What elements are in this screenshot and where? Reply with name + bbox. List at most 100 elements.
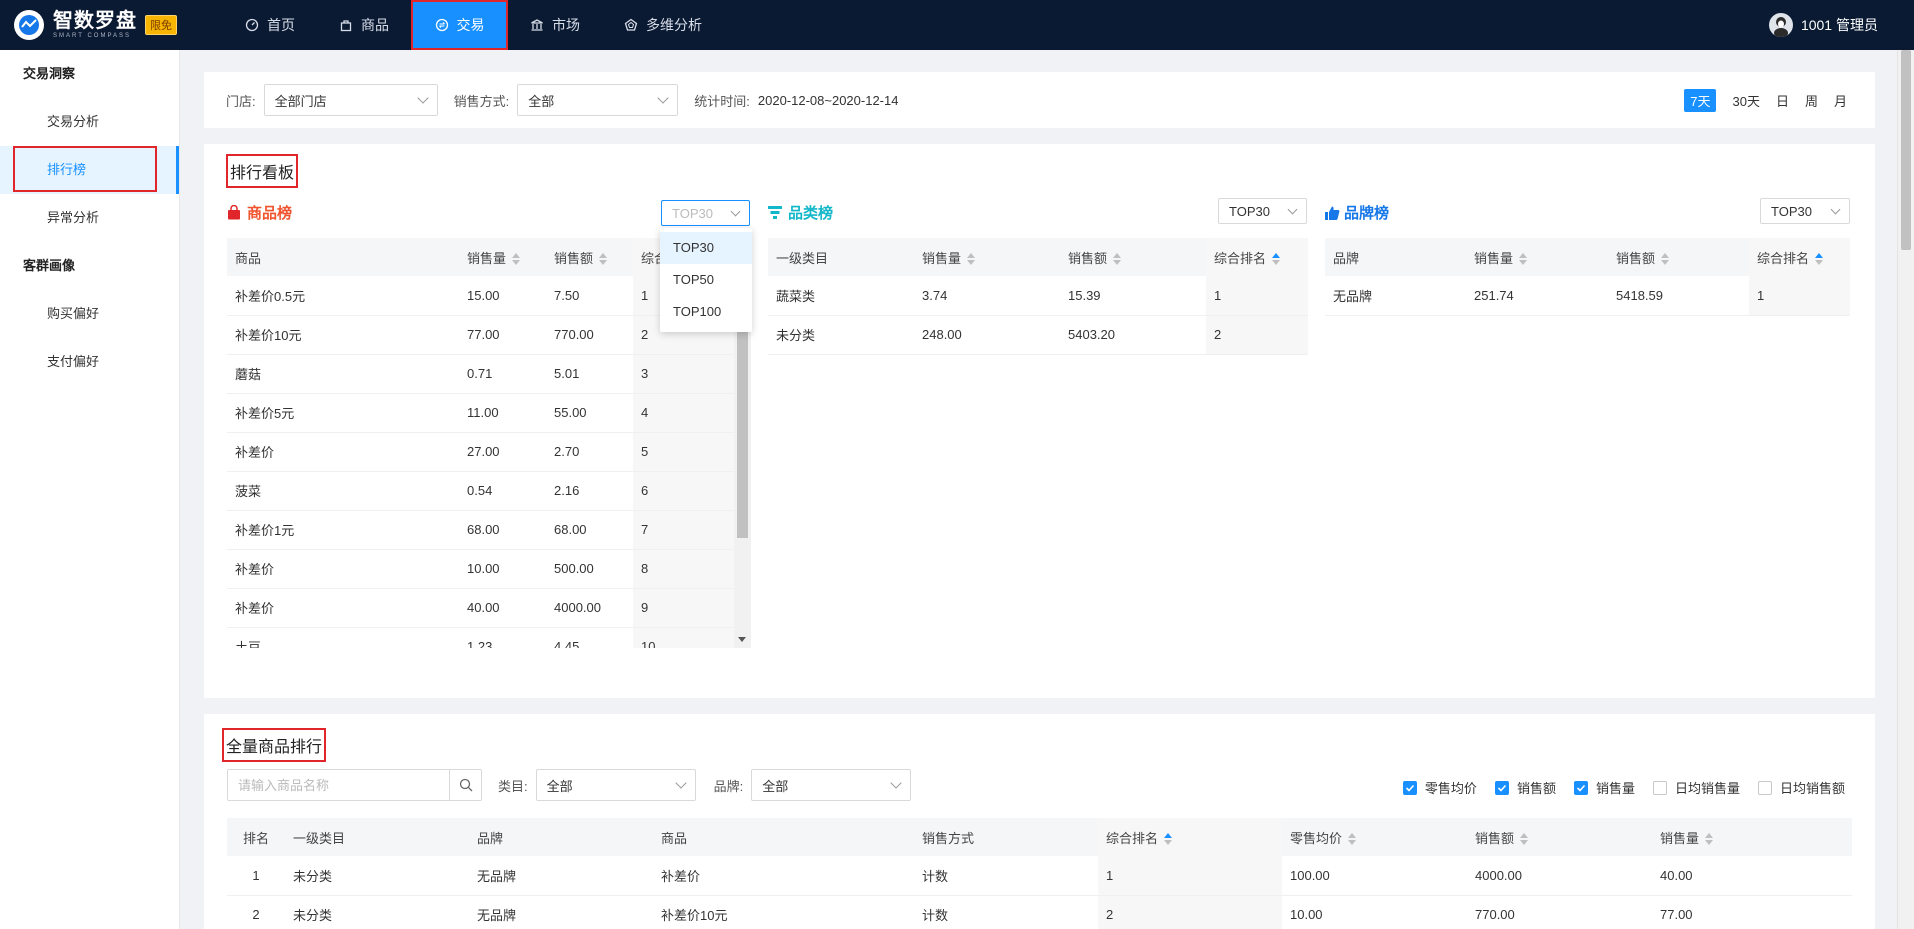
ranking-board: 排行看板 商品榜 TOP30 商品 销售量 销售额 综合 补差价0.5元 15.0… [204, 144, 1875, 698]
table-row[interactable]: 补差价 10.00 500.00 8 [227, 549, 743, 589]
col-overall-rank[interactable]: 综合排名 [1749, 238, 1850, 276]
period-switch: 7天 30天 日 周 月 [1684, 89, 1847, 112]
table-row[interactable]: 补差价 27.00 2.70 5 [227, 432, 743, 472]
brand-name: 智数罗盘 [53, 10, 137, 32]
col-category: 一级类目 [285, 818, 469, 856]
table-cell: 补差价10元 [653, 895, 914, 929]
product-top-select[interactable]: TOP30 [661, 200, 750, 226]
toggle-sales-qty[interactable]: 销售量 [1573, 778, 1635, 797]
table-row[interactable]: 未分类 248.00 5403.20 2 [768, 315, 1308, 355]
sort-icon [1113, 253, 1122, 266]
table-cell: 计数 [914, 895, 1098, 929]
table-row[interactable]: 蘑菇 0.71 5.01 3 [227, 354, 743, 394]
toggle-daily-qty[interactable]: 日均销售量 [1652, 778, 1740, 797]
product-search-input[interactable] [228, 770, 449, 800]
nav-home[interactable]: 首页 [223, 0, 317, 50]
sidebar-item-trade-analysis[interactable]: 交易分析 [0, 98, 179, 146]
table-row[interactable]: 1 未分类 无品牌 补差价 计数 1 100.00 4000.00 40.00 [227, 856, 1852, 896]
search-icon [459, 778, 472, 792]
period-week[interactable]: 周 [1805, 91, 1818, 110]
user-menu[interactable]: 1001 管理员 [1768, 0, 1878, 50]
period-7d[interactable]: 7天 [1684, 89, 1717, 112]
table-row[interactable]: 补差价 40.00 4000.00 9 [227, 588, 743, 628]
sidebar-item-payment-pref[interactable]: 支付偏好 [0, 338, 179, 386]
stat-time-value: 2020-12-08~2020-12-14 [757, 92, 899, 108]
col-sales-amount[interactable]: 销售额 [1467, 818, 1652, 856]
top-n-dropdown: TOP30 TOP50 TOP100 [660, 228, 752, 332]
table-cell: 蘑菇 [227, 354, 459, 394]
col-sales-qty[interactable]: 销售量 [914, 238, 1060, 276]
table-row[interactable]: 土豆 1.23 4.45 10 [227, 627, 743, 648]
sidebar-group-trade-insight: 交易洞察 [23, 66, 76, 81]
col-label: 综合排名 [1106, 830, 1159, 846]
brand-label: 品牌: [713, 778, 744, 794]
toggle-label: 销售量 [1595, 781, 1635, 796]
col-sales-qty[interactable]: 销售量 [1652, 818, 1852, 856]
table-cell: 7 [633, 510, 743, 550]
sidebar-item-label: 交易分析 [47, 114, 100, 129]
category-rank-table-wrap: 一级类目 销售量 销售额 综合排名 蔬菜类 3.74 15.39 1 未分类 248.00… [768, 238, 1308, 355]
table-row[interactable]: 菠菜 0.54 2.16 6 [227, 471, 743, 511]
table-row[interactable]: 补差价1元 68.00 68.00 7 [227, 510, 743, 550]
store-select[interactable]: 全部门店 [263, 84, 438, 116]
col-brand: 品牌 [469, 818, 653, 856]
bank-icon [531, 19, 543, 31]
col-overall-rank[interactable]: 综合排名 [1098, 818, 1282, 856]
scroll-down-arrow-icon[interactable] [738, 637, 746, 642]
brand-top-select[interactable]: TOP30 [1760, 198, 1850, 224]
table-cell: 55.00 [546, 393, 633, 433]
col-sales-amount[interactable]: 销售额 [1060, 238, 1206, 276]
col-sales-qty[interactable]: 销售量 [1466, 238, 1608, 276]
sidebar-item-purchase-pref[interactable]: 购买偏好 [0, 290, 179, 338]
option-top100[interactable]: TOP100 [660, 296, 752, 328]
col-retail-avg[interactable]: 零售均价 [1282, 818, 1467, 856]
radar-icon [624, 18, 638, 31]
toggle-retail-avg[interactable]: 零售均价 [1402, 778, 1477, 797]
column-toggles: 零售均价 销售额 销售量 日均销售量 日均销售额 [1385, 778, 1845, 797]
col-sales-amount[interactable]: 销售额 [546, 238, 633, 276]
col-sales-amount[interactable]: 销售额 [1608, 238, 1749, 276]
table-row[interactable]: 补差价5元 11.00 55.00 4 [227, 393, 743, 433]
sidebar-item-anomaly[interactable]: 异常分析 [0, 194, 179, 242]
avatar [1768, 13, 1793, 37]
page-scrollbar[interactable] [1897, 50, 1914, 929]
nav-home-label: 首页 [267, 17, 295, 33]
toggle-daily-amount[interactable]: 日均销售额 [1757, 778, 1845, 797]
sale-method-select[interactable]: 全部 [517, 84, 679, 116]
period-month[interactable]: 月 [1834, 91, 1847, 110]
category-top-select[interactable]: TOP30 [1218, 198, 1307, 224]
period-day[interactable]: 日 [1776, 91, 1789, 110]
table-row[interactable]: 2 未分类 无品牌 补差价10元 计数 2 10.00 770.00 77.00 [227, 895, 1852, 929]
option-top50[interactable]: TOP50 [660, 264, 752, 296]
sidebar-item-label: 异常分析 [47, 210, 100, 225]
option-top30[interactable]: TOP30 [660, 232, 752, 264]
search-button[interactable] [449, 770, 481, 800]
brand-select[interactable]: 全部 [751, 769, 912, 801]
table-cell: 0.54 [459, 471, 546, 511]
nav-trade[interactable]: 交易 [411, 0, 508, 50]
col-sales-qty[interactable]: 销售量 [459, 238, 546, 276]
category-select[interactable]: 全部 [535, 769, 696, 801]
nav-products[interactable]: 商品 [317, 0, 411, 50]
sidebar: 交易洞察 交易分析 排行榜 异常分析 客群画像 购买偏好 支付偏好 [0, 50, 180, 929]
brand-logo[interactable]: 智数罗盘 SMART COMPASS 限免 [0, 0, 215, 50]
table-row[interactable]: 无品牌 251.74 5418.59 1 [1325, 276, 1850, 316]
nav-market[interactable]: 市场 [508, 0, 602, 50]
full-ranking-table-wrap: 排名 一级类目 品牌 商品 销售方式 综合排名 零售均价 销售额 销售量 1 未分… [227, 818, 1852, 929]
sidebar-item-ranking[interactable]: 排行榜 [0, 146, 179, 194]
table-row[interactable]: 蔬菜类 3.74 15.39 1 [768, 276, 1308, 316]
table-cell: 菠菜 [227, 471, 459, 511]
col-label: 零售均价 [1290, 830, 1343, 846]
bag-icon [340, 20, 352, 32]
toggle-sales-amount[interactable]: 销售额 [1494, 778, 1556, 797]
table-cell: 770.00 [546, 315, 633, 355]
table-cell: 77.00 [459, 315, 546, 355]
sort-icon [1520, 833, 1529, 846]
nav-analysis[interactable]: 多维分析 [602, 0, 724, 50]
full-ranking-table: 排名 一级类目 品牌 商品 销售方式 综合排名 零售均价 销售额 销售量 1 未分… [227, 818, 1852, 929]
col-overall-rank[interactable]: 综合排名 [1206, 238, 1308, 276]
sort-icon [512, 253, 521, 266]
period-30d[interactable]: 30天 [1732, 91, 1759, 110]
table-cell: 10 [633, 627, 743, 648]
table-cell: 3.74 [914, 276, 1060, 316]
